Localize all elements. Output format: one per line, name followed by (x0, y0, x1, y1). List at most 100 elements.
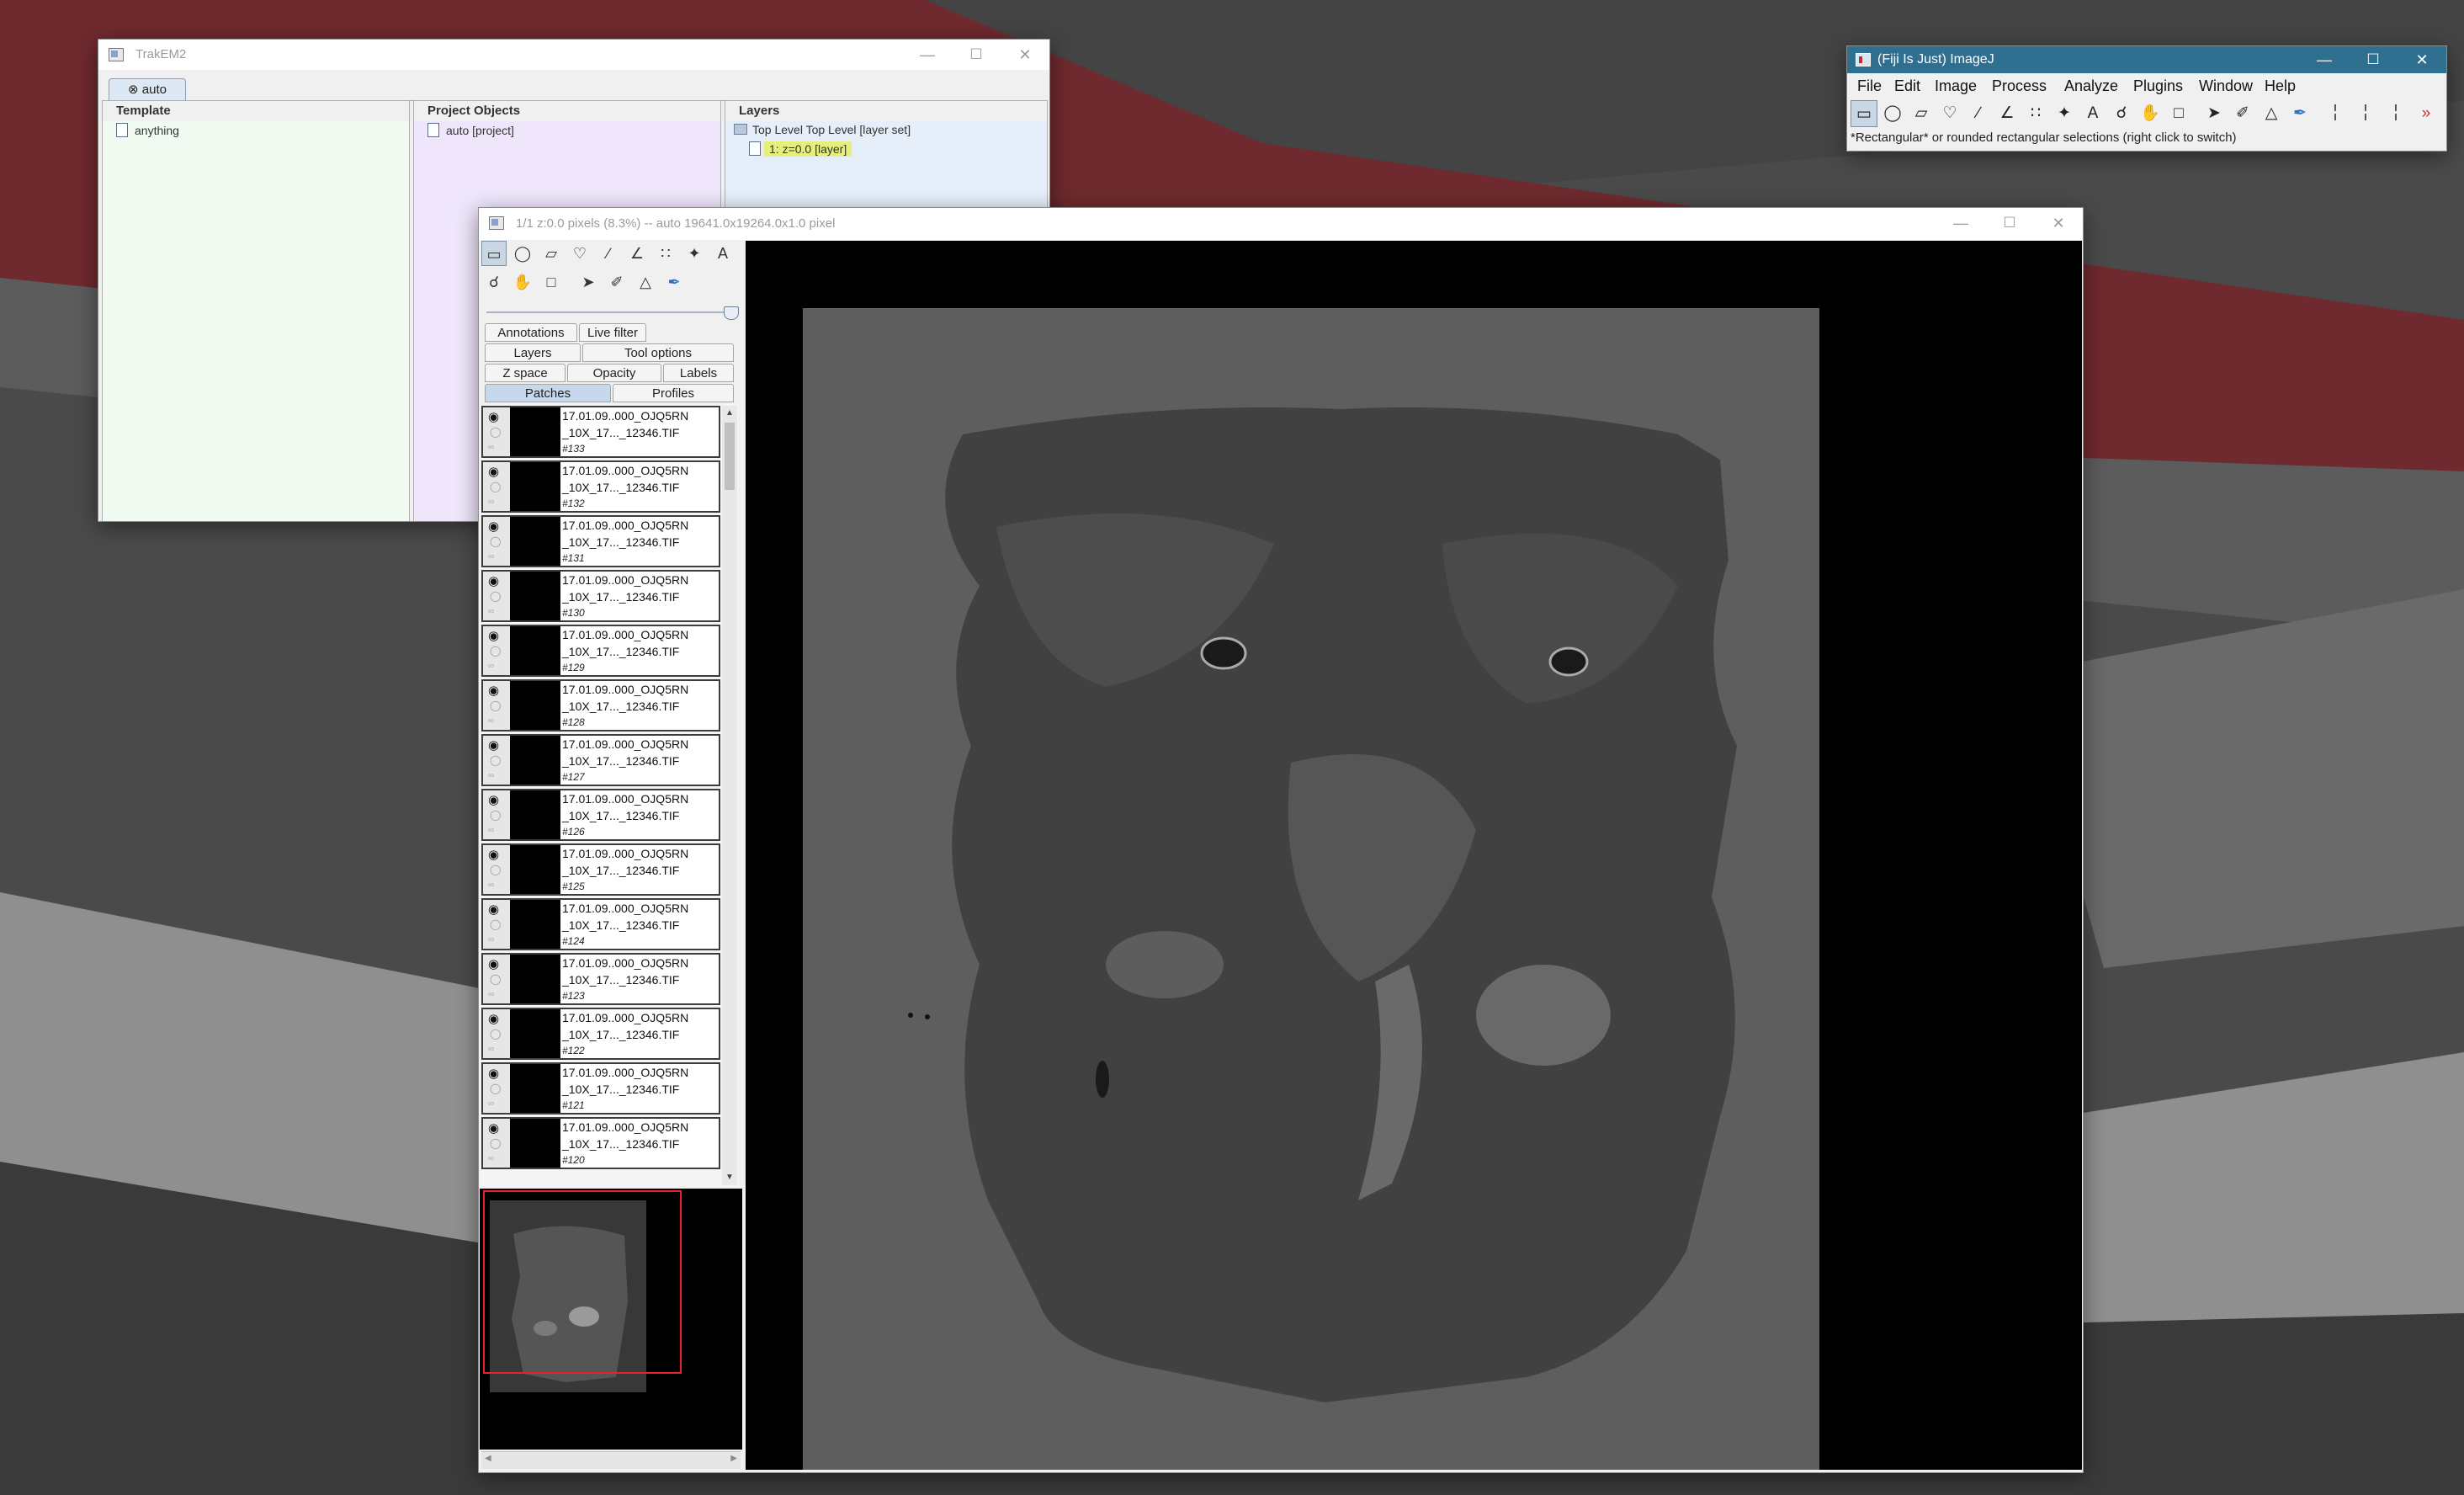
freehand-tool-icon[interactable]: ♡ (567, 241, 592, 266)
minimize-button[interactable]: — (1936, 208, 1985, 238)
zoom-tool-icon[interactable]: ☌ (481, 269, 507, 295)
patch-row[interactable]: ◉ ◯ ∞ 17.01.09..000_OJQ5RN _10X_17..._12346.… (481, 570, 720, 622)
text-tool-icon[interactable]: A (2079, 100, 2106, 127)
imagej-titlebar[interactable]: (Fiji Is Just) ImageJ — ☐ ✕ (1847, 46, 2446, 73)
navigator-viewport-box[interactable] (483, 1190, 682, 1374)
menu-image[interactable]: Image (1935, 73, 1977, 98)
visibility-eye-icon[interactable]: ◉ (488, 1120, 499, 1136)
template-item[interactable]: anything (116, 123, 179, 137)
lock-icon[interactable]: ◯ (490, 809, 501, 821)
link-icon[interactable]: ∞ (488, 497, 494, 507)
tab-z-space[interactable]: Z space (485, 364, 566, 382)
minimize-button[interactable]: — (903, 40, 952, 70)
visibility-eye-icon[interactable]: ◉ (488, 573, 499, 588)
visibility-eye-icon[interactable]: ◉ (488, 464, 499, 479)
patch-row[interactable]: ◉ ◯ ∞ 17.01.09..000_OJQ5RN _10X_17..._12346.… (481, 460, 720, 513)
lock-icon[interactable]: ◯ (490, 700, 501, 711)
scroll-down-arrow[interactable]: ▼ (722, 1170, 737, 1185)
zoom-tool-icon[interactable]: ☌ (2108, 100, 2135, 127)
lock-icon[interactable]: ◯ (490, 590, 501, 602)
scroll-right-arrow[interactable]: ▶ (730, 1454, 737, 1463)
link-icon[interactable]: ∞ (488, 552, 494, 561)
lock-icon[interactable]: ◯ (490, 754, 501, 766)
scroll-left-arrow[interactable]: ◀ (485, 1454, 491, 1463)
navigator-scrollbar[interactable]: ◀ ▶ (481, 1451, 741, 1469)
visibility-eye-icon[interactable]: ◉ (488, 1066, 499, 1081)
lock-icon[interactable]: ◯ (490, 864, 501, 875)
minimize-button[interactable]: — (2300, 46, 2349, 73)
visibility-eye-icon[interactable]: ◉ (488, 792, 499, 807)
close-tab-icon[interactable]: ⊗ (128, 82, 139, 97)
patch-row[interactable]: ◉ ◯ ∞ 17.01.09..000_OJQ5RN _10X_17..._12346.… (481, 515, 720, 567)
oval-tool-icon[interactable]: ◯ (1879, 100, 1906, 127)
menu-help[interactable]: Help (2265, 73, 2296, 98)
lock-icon[interactable]: ◯ (490, 973, 501, 985)
menu-process[interactable]: Process (1992, 73, 2047, 98)
patch-row[interactable]: ◉ ◯ ∞ 17.01.09..000_OJQ5RN _10X_17..._12346.… (481, 898, 720, 950)
arrow-tool-icon[interactable]: ➤ (2201, 100, 2228, 127)
tab-profiles[interactable]: Profiles (613, 384, 734, 402)
link-icon[interactable]: ∞ (488, 881, 494, 890)
patch-row[interactable]: ◉ ◯ ∞ 17.01.09..000_OJQ5RN _10X_17..._12346.… (481, 843, 720, 896)
lock-icon[interactable]: ◯ (490, 1137, 501, 1149)
slider-thumb[interactable] (724, 306, 739, 320)
link-icon[interactable]: ∞ (488, 1154, 494, 1163)
polygon-tool-icon[interactable]: ▱ (539, 241, 564, 266)
patch-row[interactable]: ◉ ◯ ∞ 17.01.09..000_OJQ5RN _10X_17..._12346.… (481, 1117, 720, 1169)
link-icon[interactable]: ∞ (488, 935, 494, 944)
maximize-button[interactable]: ☐ (2349, 46, 2398, 73)
tab-live-filter[interactable]: Live filter (579, 323, 646, 342)
trakem2-titlebar[interactable]: TrakEM2 — ☐ ✕ (98, 40, 1049, 70)
scroll-thumb[interactable] (725, 423, 735, 490)
empty-tool-slot[interactable]: ╎ (2352, 100, 2379, 127)
point-tool-icon[interactable]: ∷ (2022, 100, 2049, 127)
more-tools-icon[interactable]: » (2413, 100, 2440, 127)
pen-tool-icon[interactable]: ✐ (604, 269, 629, 295)
hand-tool-icon[interactable]: ✋ (2137, 100, 2164, 127)
visibility-eye-icon[interactable]: ◉ (488, 956, 499, 971)
maximize-button[interactable]: ☐ (1985, 208, 2034, 238)
project-tab[interactable]: ⊗ auto (109, 78, 186, 101)
wand-tool-icon[interactable]: ✦ (2051, 100, 2078, 127)
visibility-eye-icon[interactable]: ◉ (488, 1011, 499, 1026)
patch-row[interactable]: ◉ ◯ ∞ 17.01.09..000_OJQ5RN _10X_17..._12346.… (481, 406, 720, 458)
tab-annotations[interactable]: Annotations (485, 323, 577, 342)
display-titlebar[interactable]: 1/1 z:0.0 pixels (8.3%) -- auto 19641.0x… (479, 208, 2083, 240)
rectangle-tool-icon[interactable]: ▭ (1851, 100, 1877, 127)
lock-icon[interactable]: ◯ (490, 426, 501, 438)
line-tool-icon[interactable]: ∕ (596, 241, 621, 266)
oval-tool-icon[interactable]: ◯ (510, 241, 535, 266)
layer-set-item[interactable]: Top Level Top Level [layer set] (734, 123, 911, 136)
polygon-tool-icon[interactable]: ▱ (1908, 100, 1935, 127)
rectangle-tool-icon[interactable]: ▭ (481, 241, 507, 266)
patch-row[interactable]: ◉ ◯ ∞ 17.01.09..000_OJQ5RN _10X_17..._12346.… (481, 1008, 720, 1060)
tab-layers[interactable]: Layers (485, 343, 581, 362)
menu-plugins[interactable]: Plugins (2133, 73, 2183, 98)
transparency-slider[interactable] (486, 306, 739, 320)
tab-opacity[interactable]: Opacity (567, 364, 661, 382)
project-item[interactable]: auto [project] (427, 123, 514, 137)
menu-file[interactable]: File (1857, 73, 1882, 98)
lock-icon[interactable]: ◯ (490, 1028, 501, 1040)
link-icon[interactable]: ∞ (488, 990, 494, 999)
brush-tool-icon[interactable]: ✒ (2286, 100, 2313, 127)
empty-tool-slot[interactable]: ╎ (2382, 100, 2409, 127)
close-button[interactable]: ✕ (2034, 208, 2083, 238)
visibility-eye-icon[interactable]: ◉ (488, 737, 499, 753)
color-picker-tool-icon[interactable]: □ (2165, 100, 2192, 127)
pipette-tool-icon[interactable]: △ (633, 269, 658, 295)
visibility-eye-icon[interactable]: ◉ (488, 683, 499, 698)
tab-patches[interactable]: Patches (485, 384, 611, 402)
maximize-button[interactable]: ☐ (952, 40, 1001, 70)
lock-icon[interactable]: ◯ (490, 535, 501, 547)
link-icon[interactable]: ∞ (488, 1099, 494, 1109)
lock-icon[interactable]: ◯ (490, 1083, 501, 1094)
freehand-tool-icon[interactable]: ♡ (1936, 100, 1963, 127)
arrow-tool-icon[interactable]: ➤ (576, 269, 601, 295)
patch-row[interactable]: ◉ ◯ ∞ 17.01.09..000_OJQ5RN _10X_17..._12346.… (481, 734, 720, 786)
empty-tool-slot[interactable]: ╎ (2322, 100, 2349, 127)
tab-tool-options[interactable]: Tool options (582, 343, 734, 362)
patch-row[interactable]: ◉ ◯ ∞ 17.01.09..000_OJQ5RN _10X_17..._12346.… (481, 625, 720, 677)
layer-item[interactable]: 1: z=0.0 [layer] (749, 141, 852, 157)
brush-tool-icon[interactable]: ✒ (661, 269, 687, 295)
